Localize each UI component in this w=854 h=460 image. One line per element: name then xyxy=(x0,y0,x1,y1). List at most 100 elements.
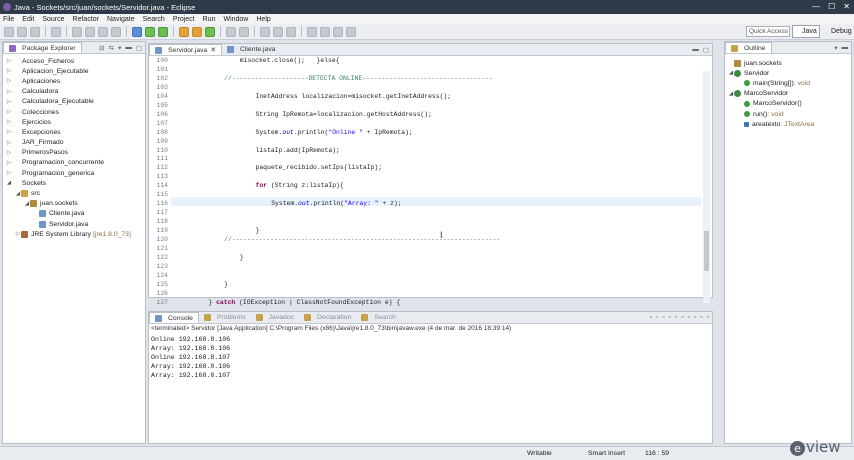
outline-item-marcoservidor-[interactable]: MarcoServidor() xyxy=(728,99,851,109)
outline-item-main-string-[interactable]: main(String[]) : void xyxy=(728,78,851,88)
tab-javadoc[interactable]: Javadoc xyxy=(251,312,299,323)
outline-item-areatexto[interactable]: areatexto : JTextArea xyxy=(728,119,851,129)
tab-declaration[interactable]: Declaration xyxy=(299,312,356,323)
skip-breakpoints-icon[interactable] xyxy=(72,26,82,37)
menu-file[interactable]: File xyxy=(3,16,14,23)
tree-item-src[interactable]: ◢ src xyxy=(6,188,145,198)
menu-bar: File Edit Source Refactor Navigate Search Proj… xyxy=(0,14,854,24)
forward-icon[interactable] xyxy=(346,26,356,37)
scroll-lock-icon[interactable]: ▫ xyxy=(669,314,671,321)
open-console-icon[interactable]: ▫ xyxy=(694,314,696,321)
code-token: .println( xyxy=(309,200,345,208)
view-menu-icon[interactable]: ▾ xyxy=(834,44,837,52)
suspend-icon[interactable] xyxy=(98,26,108,37)
previous-annotation-icon[interactable] xyxy=(320,26,330,37)
new-package-icon[interactable] xyxy=(192,26,202,37)
tree-item-primerospasos[interactable]: ▷ PrimerosPasos xyxy=(6,148,145,158)
line-number: 102 xyxy=(156,74,168,82)
debug-icon[interactable] xyxy=(132,26,142,37)
tree-item-programacion-generica[interactable]: ▷ Programacion_generica xyxy=(6,168,145,178)
menu-project[interactable]: Project xyxy=(173,16,195,23)
remove-launch-icon[interactable]: ▫ xyxy=(656,314,658,321)
save-all-icon[interactable] xyxy=(30,26,40,37)
tree-item-colecciones[interactable]: ▷ Colecciones xyxy=(6,107,145,117)
resume-icon[interactable] xyxy=(85,26,95,37)
maximize-view-icon[interactable]: ▢ xyxy=(136,44,142,52)
outline-item-servidor[interactable]: ◢ Servidor xyxy=(728,68,851,78)
open-type-icon[interactable] xyxy=(226,26,236,37)
tab-problems[interactable]: Problems xyxy=(199,312,251,323)
tree-item-sockets[interactable]: ◢ Sockets xyxy=(6,178,145,188)
view-menu-icon[interactable]: ▾ xyxy=(118,44,121,52)
new-icon[interactable] xyxy=(4,26,14,37)
minimize-view-icon[interactable]: ▬ xyxy=(842,44,849,52)
tree-item-calculadora-ejecutable[interactable]: ▷ Calculadora_Ejecutable xyxy=(6,97,145,107)
outline-item-run-[interactable]: run() : void xyxy=(728,109,851,119)
menu-run[interactable]: Run xyxy=(203,16,216,23)
pin-console-icon[interactable]: ▫ xyxy=(681,314,683,321)
code-editor[interactable]: 100 misocket.close(); }else{101 102 //-----… xyxy=(149,57,712,306)
maximize-editor-icon[interactable]: ▢ xyxy=(703,46,709,54)
menu-edit[interactable]: Edit xyxy=(22,16,34,23)
display-console-icon[interactable]: ▫ xyxy=(688,314,690,321)
terminate-icon[interactable] xyxy=(111,26,121,37)
search-icon[interactable] xyxy=(239,26,249,37)
run-last-tool-icon[interactable] xyxy=(158,26,168,37)
show-whitespace-icon[interactable] xyxy=(286,26,296,37)
tree-item-aplicaciones[interactable]: ▷ Aplicaciones xyxy=(6,76,145,86)
tree-item-jar-firmado[interactable]: ▷ JAR_Firmado xyxy=(6,138,145,148)
tree-item-aplicacion-ejecutable[interactable]: ▷ Aplicacion_Ejecutable xyxy=(6,66,145,76)
collapse-all-icon[interactable]: ⊟ xyxy=(99,44,104,52)
minimize-button[interactable]: — xyxy=(812,2,820,11)
menu-source[interactable]: Source xyxy=(42,16,64,23)
clear-console-icon[interactable]: ▫ xyxy=(663,314,665,321)
tab-cliente-java[interactable]: Cliente.java xyxy=(222,44,281,55)
menu-search[interactable]: Search xyxy=(143,16,165,23)
toggle-mark-occurrences-icon[interactable] xyxy=(260,26,270,37)
tree-item-jre-system-library[interactable]: ▷ JRE System Library [jre1.8.0_73] xyxy=(6,229,145,239)
perspective-debug[interactable]: Debug xyxy=(821,25,854,38)
new-class-icon[interactable] xyxy=(205,26,215,37)
link-editor-icon[interactable]: ⇆ xyxy=(109,44,114,52)
tab-console[interactable]: Console xyxy=(149,312,199,323)
outline-item-juan-sockets[interactable]: juan.sockets xyxy=(728,58,851,68)
minimize-view-icon[interactable]: ▬ xyxy=(125,44,132,52)
tab-package-explorer[interactable]: Package Explorer xyxy=(3,42,82,53)
tree-item-excepciones[interactable]: ▷ Excepciones xyxy=(6,127,145,137)
tree-item-programacion-concurrente[interactable]: ▷ Programacion_concurrente xyxy=(6,158,145,168)
outline-item-marcoservidor[interactable]: ◢ MarcoServidor xyxy=(728,89,851,99)
save-icon[interactable] xyxy=(17,26,27,37)
tree-item-calculadora[interactable]: ▷ Calculadora xyxy=(6,87,145,97)
terminate-icon[interactable]: ▫ xyxy=(650,314,652,321)
close-tab-icon[interactable]: ✕ xyxy=(210,46,216,54)
menu-navigate[interactable]: Navigate xyxy=(107,16,135,23)
editor-vertical-scrollbar[interactable] xyxy=(703,71,710,303)
minimize-view-icon[interactable]: ▫ xyxy=(700,314,702,321)
quick-access-input[interactable]: Quick Access xyxy=(746,26,790,37)
tree-item-acceso-ficheros[interactable]: ▷ Acceso_Ficheros xyxy=(6,56,145,66)
maximize-button[interactable]: ☐ xyxy=(828,2,835,11)
next-annotation-icon[interactable] xyxy=(307,26,317,37)
tree-item-cliente-java[interactable]: Cliente.java xyxy=(6,209,145,219)
word-wrap-icon[interactable]: ▫ xyxy=(675,314,677,321)
minimize-editor-icon[interactable]: ▬ xyxy=(692,46,699,54)
menu-help[interactable]: Help xyxy=(256,16,270,23)
perspective-java[interactable]: Java xyxy=(792,25,820,38)
tree-item-servidor-java[interactable]: Servidor.java xyxy=(6,219,145,229)
close-button[interactable]: ✕ xyxy=(843,2,850,11)
tree-item-ejercicios[interactable]: ▷ Ejercicios xyxy=(6,117,145,127)
back-icon[interactable] xyxy=(333,26,343,37)
run-icon[interactable] xyxy=(145,26,155,37)
maximize-view-icon[interactable]: ▫ xyxy=(707,314,709,321)
toggle-block-selection-icon[interactable] xyxy=(273,26,283,37)
console-output[interactable]: Online 192.168.8.106 Array: 192.168.8.106… xyxy=(151,336,230,381)
new-java-project-icon[interactable] xyxy=(179,26,189,37)
tree-item-juan-sockets[interactable]: ◢ juan.sockets xyxy=(6,199,145,209)
tab-servidor-java[interactable]: Servidor.java ✕ xyxy=(149,44,222,55)
tab-search[interactable]: Search xyxy=(356,312,401,323)
print-icon[interactable] xyxy=(51,26,61,37)
tab-outline[interactable]: Outline xyxy=(725,42,772,53)
menu-window[interactable]: Window xyxy=(223,16,248,23)
menu-refactor[interactable]: Refactor xyxy=(73,16,99,23)
editor-scroll-thumb[interactable] xyxy=(704,231,709,271)
